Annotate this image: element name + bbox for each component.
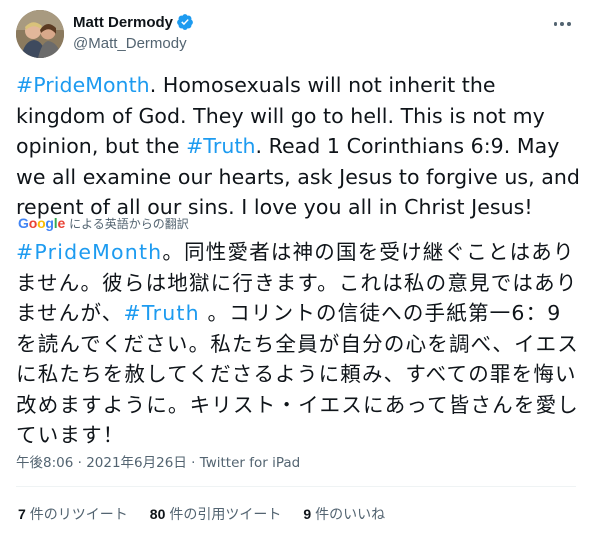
tweet-time[interactable]: 午後8:06 xyxy=(16,455,73,471)
more-options-icon[interactable] xyxy=(552,14,572,34)
engagement-stats: 7 件のリツイート 80 件の引用ツイート 9 件のいいね xyxy=(18,504,385,524)
stat-label: 件の引用ツイート xyxy=(169,507,282,523)
tweet-text: #PrideMonth. Homosexuals will not inheri… xyxy=(16,70,586,223)
stat-number: 80 xyxy=(149,506,166,522)
separator: · xyxy=(73,455,87,471)
avatar[interactable] xyxy=(16,10,64,58)
author-names: Matt Dermody @Matt_Dermody xyxy=(73,12,194,52)
retweet-count[interactable]: 7 件のリツイート xyxy=(18,504,128,524)
tweet-header: Matt Dermody @Matt_Dermody xyxy=(16,10,576,60)
hashtag-link[interactable]: #PrideMonth xyxy=(16,73,150,97)
stat-number: 9 xyxy=(303,506,312,522)
tweet-source[interactable]: Twitter for iPad xyxy=(200,455,301,471)
verified-badge-icon xyxy=(177,14,193,30)
translation-label[interactable]: による英語からの翻訳 xyxy=(69,215,189,232)
like-count[interactable]: 9 件のいいね xyxy=(303,504,385,524)
hashtag-link[interactable]: #Truth xyxy=(123,301,199,325)
translation-attribution: Google による英語からの翻訳 xyxy=(18,214,189,232)
handle[interactable]: @Matt_Dermody xyxy=(73,35,194,52)
translated-text: #PrideMonth。同性愛者は神の国を受け継ぐことはありません。彼らは地獄に… xyxy=(16,237,580,451)
display-name[interactable]: Matt Dermody xyxy=(73,14,173,31)
separator: · xyxy=(186,455,200,471)
tweet-date[interactable]: 2021年6月26日 xyxy=(86,455,187,471)
avatar-image xyxy=(16,10,64,58)
hashtag-link[interactable]: #Truth xyxy=(186,134,255,158)
stat-label: 件のいいね xyxy=(315,507,386,523)
hashtag-link[interactable]: #PrideMonth xyxy=(16,240,162,264)
divider xyxy=(16,486,576,487)
google-logo: Google xyxy=(18,215,66,231)
stat-label: 件のリツイート xyxy=(29,507,128,523)
stat-number: 7 xyxy=(18,506,26,522)
tweet-metadata: 午後8:06 · 2021年6月26日 · Twitter for iPad xyxy=(16,451,300,471)
quote-tweet-count[interactable]: 80 件の引用ツイート xyxy=(150,504,282,524)
